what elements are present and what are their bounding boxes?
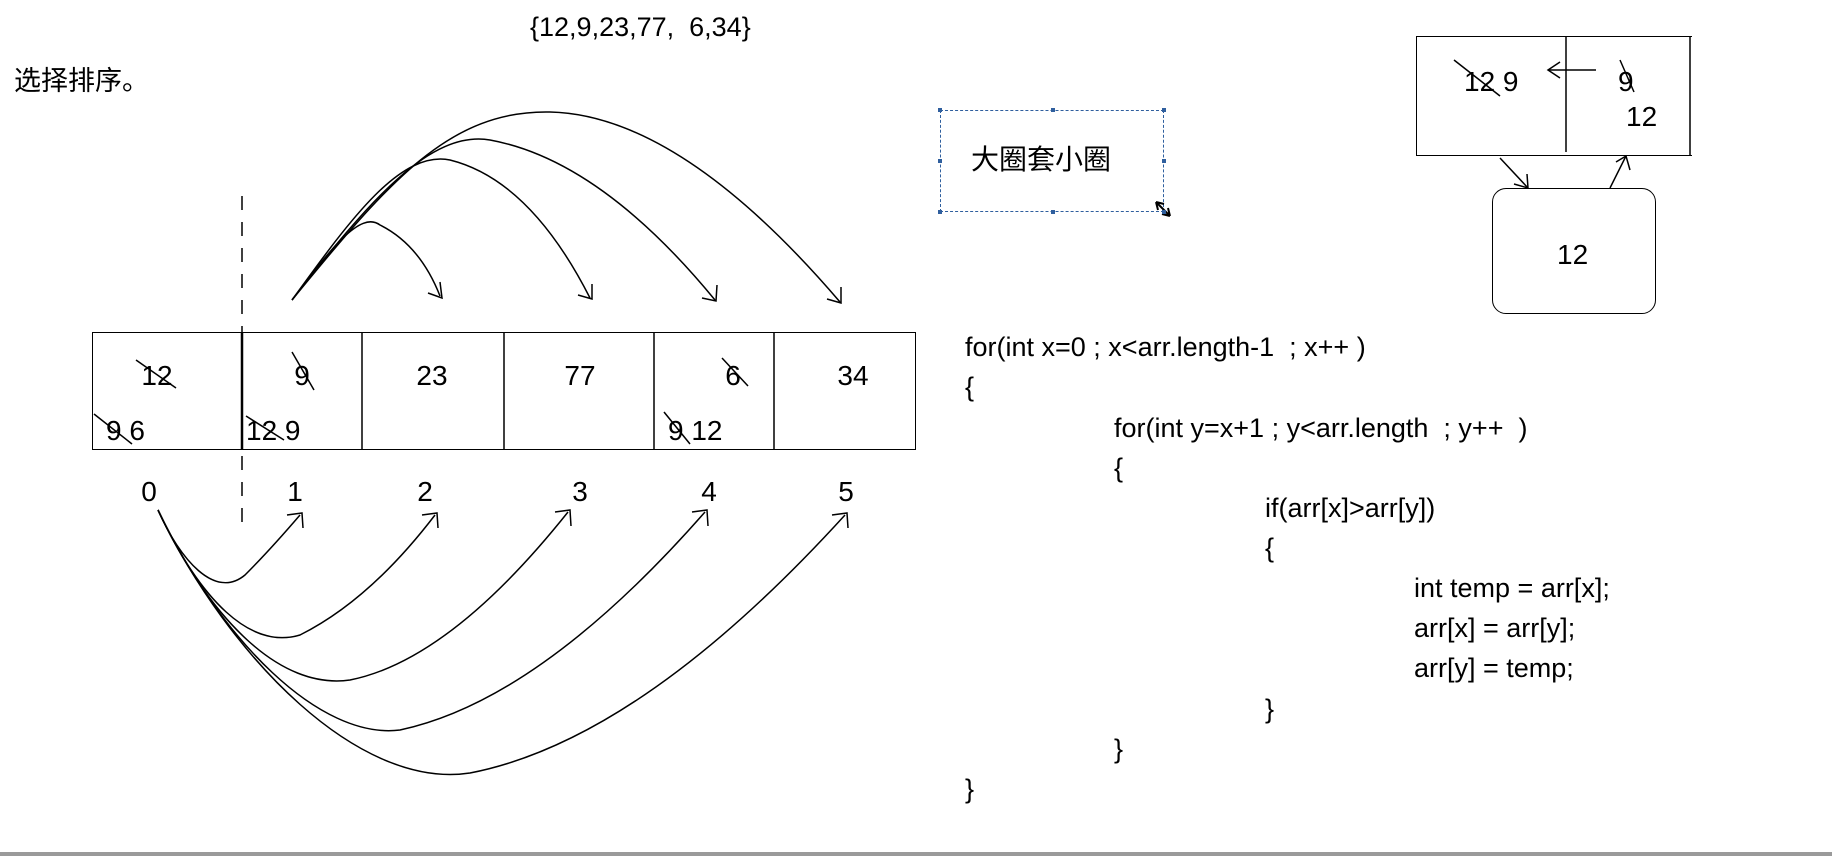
arrow-1-to-2 [291,221,441,301]
strike-mark [1453,59,1501,97]
strike-mark [135,359,177,389]
strike-mark [663,411,691,445]
arrow-1-to-4 [291,138,716,301]
arrow-0-to-1 [157,509,301,584]
diagram-lines [93,36,1691,776]
strike-mark [291,351,315,391]
strike-mark [721,357,749,387]
arrow-1-to-5 [291,111,841,303]
strike-mark [93,413,133,445]
bottom-scrollbar[interactable] [0,852,1832,856]
strike-mark [245,415,285,441]
arrow-0-to-2 [157,509,436,639]
arrow-1-to-3 [291,158,591,301]
strike-mark [1619,59,1635,93]
swap-arrow-down [1499,157,1529,189]
arrow-0-to-3 [157,509,569,682]
arrow-0-to-4 [157,509,706,732]
arrow-0-to-5 [157,509,846,776]
